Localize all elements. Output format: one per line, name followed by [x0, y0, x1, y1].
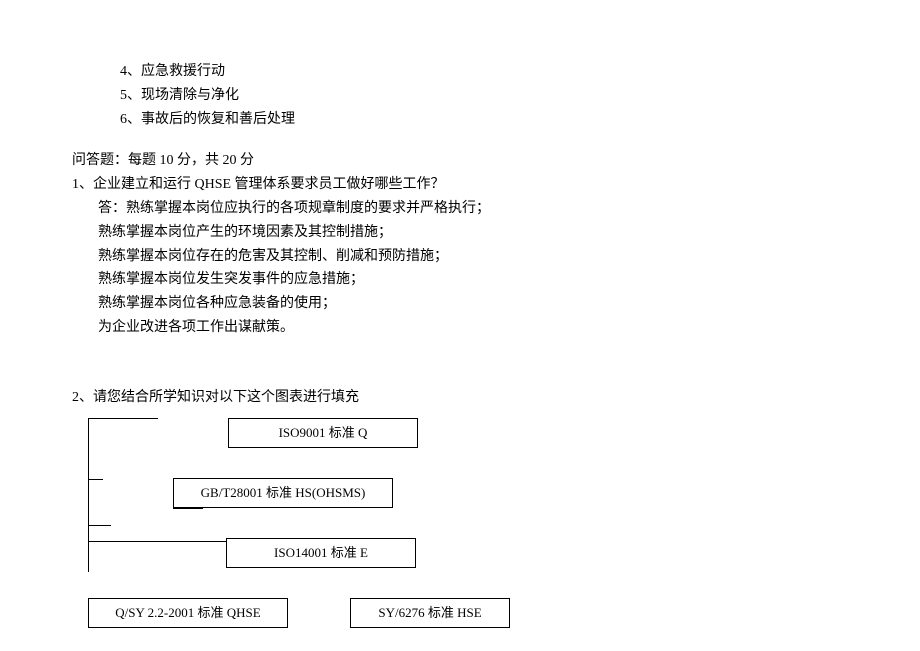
q1-answer-line-6: 为企业改进各项工作出谋献策。 [60, 316, 860, 340]
diagram-box-gbt28001: GB/T28001 标准 HS(OHSMS) [173, 478, 393, 508]
list-item-4: 4、应急救援行动 [60, 60, 860, 84]
diagram-box-iso9001: ISO9001 标准 Q [228, 418, 418, 448]
standards-diagram: ISO9001 标准 Q GB/T28001 标准 HS(OHSMS) ISO1… [88, 418, 628, 628]
diagram-box-iso14001: ISO14001 标准 E [226, 538, 416, 568]
question-2-title: 2、请您结合所学知识对以下这个图表进行填充 [60, 386, 860, 410]
connector [88, 419, 89, 479]
connector [88, 480, 89, 525]
question-1-title: 1、企业建立和运行 QHSE 管理体系要求员工做好哪些工作？ [60, 173, 860, 197]
q1-answer-line-4: 熟练掌握本岗位发生突发事件的应急措施； [60, 268, 860, 292]
connector [88, 542, 89, 557]
q1-answer-line-3: 熟练掌握本岗位存在的危害及其控制、削减和预防措施； [60, 245, 860, 269]
connector [88, 525, 111, 526]
diagram-box-qsy: Q/SY 2.2-2001 标准 QHSE [88, 598, 288, 628]
connector [88, 526, 89, 541]
connector [88, 557, 89, 572]
q1-answer-line-1: 答：熟练掌握本岗位应执行的各项规章制度的要求并严格执行； [60, 197, 860, 221]
q1-answer-line-2: 熟练掌握本岗位产生的环境因素及其控制措施； [60, 221, 860, 245]
diagram-box-sy6276: SY/6276 标准 HSE [350, 598, 510, 628]
list-item-6: 6、事故后的恢复和善后处理 [60, 108, 860, 132]
connector [88, 479, 103, 480]
list-item-5: 5、现场清除与净化 [60, 84, 860, 108]
q1-answer-line-5: 熟练掌握本岗位各种应急装备的使用； [60, 292, 860, 316]
essay-header: 问答题：每题 10 分，共 20 分 [60, 149, 860, 173]
connector [88, 418, 158, 419]
connector [173, 508, 203, 509]
